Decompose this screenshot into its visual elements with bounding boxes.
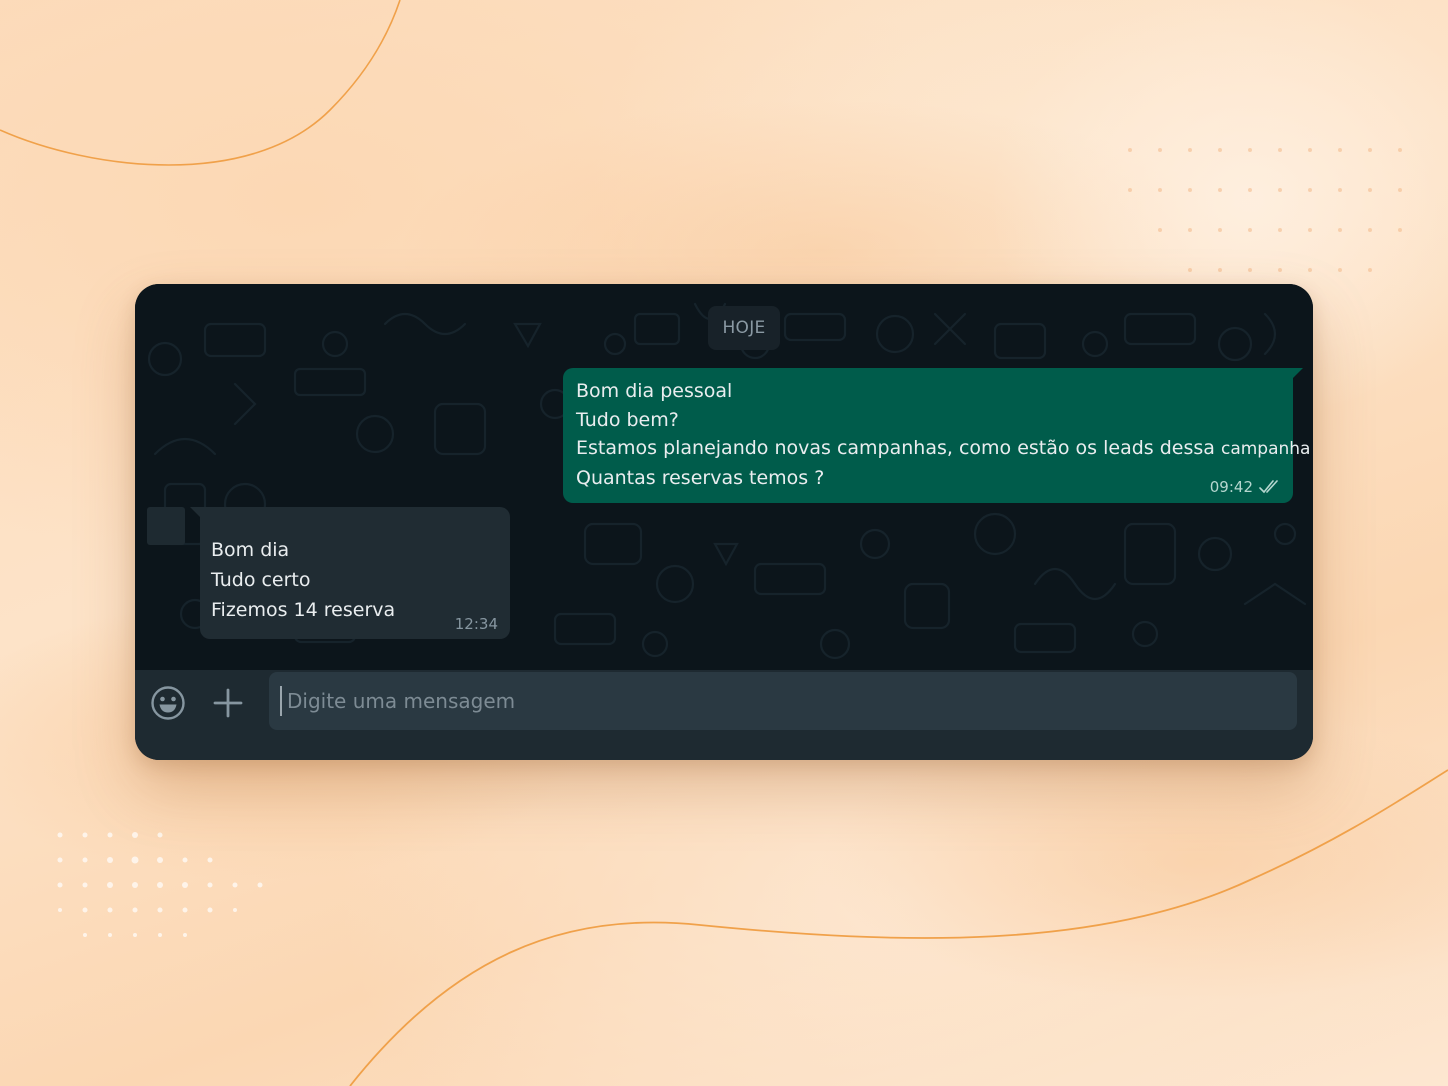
- message-line-part: Estamos planejando novas campanhas, como…: [576, 437, 1221, 459]
- message-line: Quantas reservas temos ?: [576, 466, 825, 489]
- message-time: 12:34: [454, 615, 498, 633]
- bubble-tail: [190, 507, 202, 519]
- incoming-message-bubble[interactable]: Bom dia Tudo certo Fizemos 14 reserva 12…: [190, 507, 510, 639]
- message-input[interactable]: [279, 672, 1279, 730]
- outgoing-message-bubble[interactable]: Bom dia pessoal Tudo bem? Estamos planej…: [563, 368, 1313, 503]
- message-composer-bar: [135, 670, 1313, 760]
- message-line: Fizemos 14 reserva: [211, 599, 396, 621]
- date-divider-badge: HOJE: [708, 306, 780, 350]
- avatar[interactable]: [147, 507, 185, 545]
- plus-icon: [213, 688, 243, 718]
- message-line: Estamos planejando novas campanhas, como…: [576, 434, 1313, 464]
- chat-window: HOJE Bom dia pessoal Tudo bem? Estamos p…: [135, 284, 1313, 760]
- message-input-container[interactable]: [269, 672, 1297, 730]
- message-line: Tudo bem?: [576, 408, 679, 431]
- message-meta: 09:42: [1210, 478, 1281, 496]
- emoji-button[interactable]: [148, 683, 188, 723]
- message-time: 09:42: [1209, 478, 1253, 496]
- message-text: Bom dia pessoal Tudo bem? Estamos planej…: [576, 377, 1313, 492]
- double-check-icon: [1259, 480, 1278, 494]
- message-line: Bom dia: [211, 539, 290, 561]
- message-line: Bom dia pessoal: [576, 380, 733, 402]
- message-text: Bom dia Tudo certo Fizemos 14 reserva: [211, 535, 395, 625]
- page-background: HOJE Bom dia pessoal Tudo bem? Estamos p…: [0, 0, 1448, 1086]
- message-line-part: campanha atual?: [1220, 439, 1313, 459]
- emoji-icon: [151, 686, 185, 720]
- message-line: Tudo certo: [211, 569, 311, 591]
- attach-button[interactable]: [208, 683, 248, 723]
- chat-messages-area[interactable]: HOJE Bom dia pessoal Tudo bem? Estamos p…: [135, 284, 1313, 670]
